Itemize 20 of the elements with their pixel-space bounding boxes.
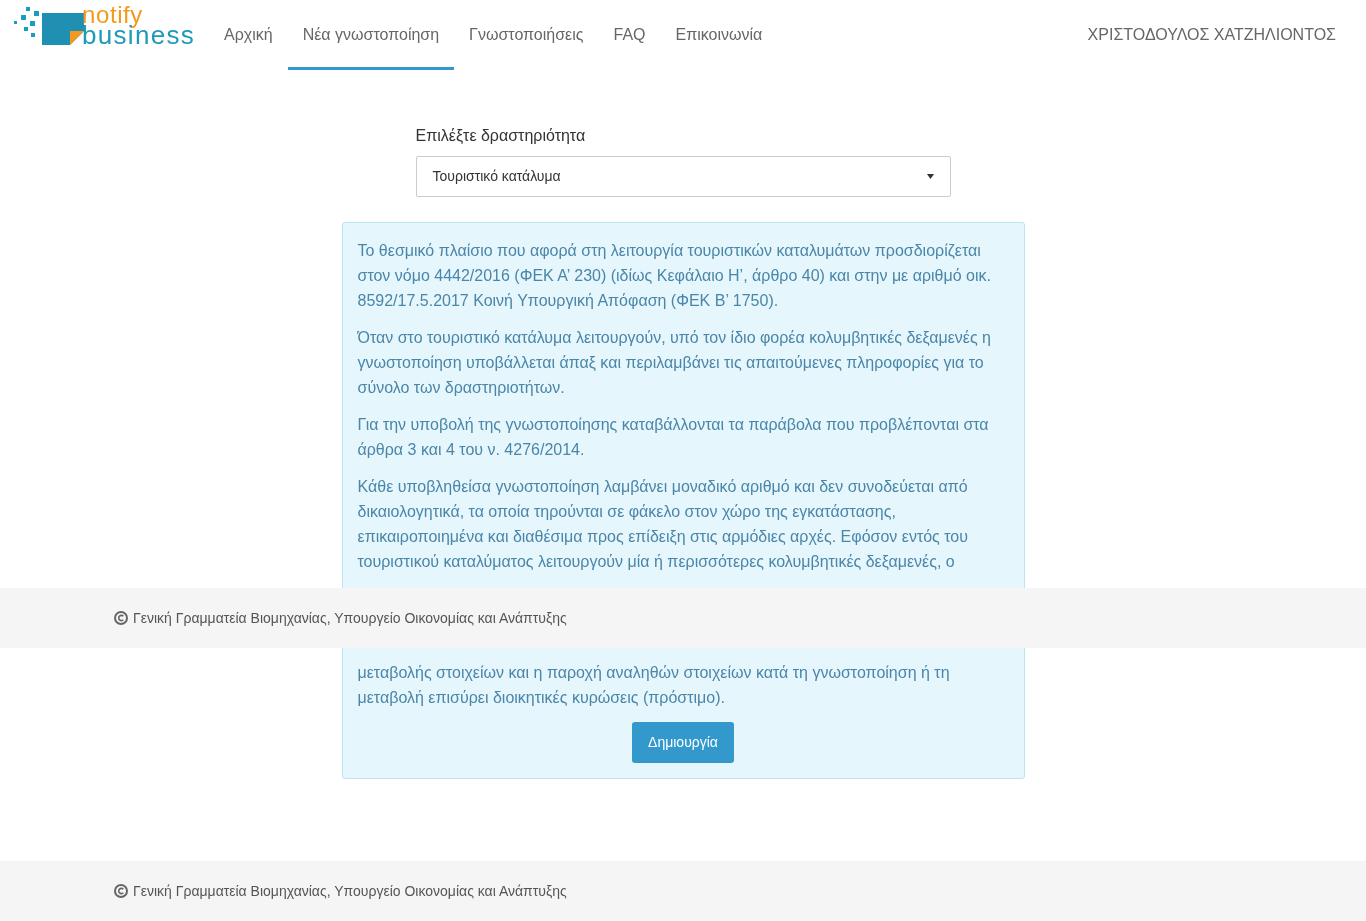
nav-tab[interactable]: Επικοινωνία: [660, 0, 778, 70]
field-label: Επιλέξτε δραστηριότητα: [415, 126, 587, 146]
info-paragraph: Το θεσμικό πλαίσιο που αφορά στη λειτουργία τουριστικών καταλυμάτων προσδιορίζεται στον νόμο 4442/2016 (ΦΕΚ Α’ 230) (ιδίως Κεφάλαιο Η’, άρθρο 40) και στην με αριθμό οικ. 8592/17.5.2017 Κοινή Υπουργική Απόφαση (ΦΕΚ Β’ 1750).: [357, 241, 992, 311]
copyright-icon: [113, 610, 129, 626]
info-paragraph: μεταβολής στοιχείων και η παροχή αναληθών στοιχείων κατά τη γνωστοποίηση ή τη μεταβολή επισύρει διοικητικές κυρώσεις (πρόστιμο).: [357, 663, 951, 708]
footer-text: Γενική Γραμματεία Βιομηχανίας, Υπουργείο Οικονομίας και Ανάπτυξης: [133, 881, 567, 901]
nav-tab[interactable]: Αρχική: [209, 0, 288, 70]
nav-tab[interactable]: Νέα γνωστοποίηση: [287, 0, 455, 70]
nav-tab[interactable]: Γνωστοποιήσεις: [454, 0, 599, 70]
logo[interactable]: notify business: [14, 5, 196, 47]
user-name[interactable]: ΧΡΙΣΤΟΔΟΥΛΟΣ ΧΑΤΖΗΛΙΟΝΤΟΣ: [1087, 23, 1336, 47]
info-paragraph: Όταν στο τουριστικό κατάλυμα λειτουργούν, υπό τον ίδιο φορέα κολυμβητικές δεξαμενές η γνωστοποίηση υποβάλλεται άπαξ και περιλαμβάνει τις απαιτούμενες πληροφορίες για το σύνολο των δραστηριοτήτων.: [357, 328, 992, 398]
copyright-icon: [113, 883, 129, 899]
info-paragraph: Κάθε υποβληθείσα γνωστοποίηση λαμβάνει μοναδικό αριθμό και δεν συνοδεύεται από δικαιολογητικά, τα οποία τηρούνται σε φάκελο στον χώρο της εγκατάστασης, επικαιροποιημένα και διαθέσιμα προς επίδειξη στις αρμόδιες αρχές. Εφόσον εντός του τουριστικού καταλύματος λειτουργούν μία ή περισσότερες κολυμβητικές δεξαμενές, ο: [357, 477, 969, 572]
nav-tab[interactable]: FAQ: [598, 0, 661, 70]
caret-icon: [926, 174, 934, 179]
info-paragraph: Για την υποβολή της γνωστοποίησης καταβάλλονται τα παράβολα που προβλέπονται στα άρθρα 3 και 4 του ν. 4276/2014.: [357, 415, 990, 460]
footer-text: Γενική Γραμματεία Βιομηχανίας, Υπουργείο Οικονομίας και Ανάπτυξης: [133, 608, 567, 628]
create-button[interactable]: Δημιουργία: [632, 722, 734, 763]
activity-select[interactable]: Τουριστικό κατάλυμα: [415, 156, 951, 197]
